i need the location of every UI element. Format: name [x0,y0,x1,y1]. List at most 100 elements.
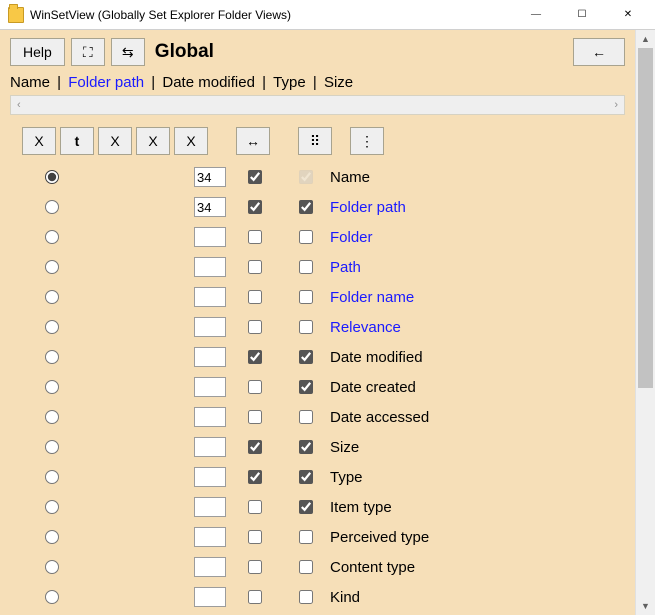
primary-radio[interactable] [45,290,59,304]
column-row: Item type [22,497,625,517]
width-input[interactable] [194,467,226,487]
include-checkbox[interactable] [248,200,262,214]
include-checkbox[interactable] [248,560,262,574]
include-checkbox[interactable] [248,260,262,274]
width-input[interactable] [194,287,226,307]
visible-checkbox[interactable] [299,290,313,304]
visible-checkbox[interactable] [299,410,313,424]
window-titlebar: WinSetView (Globally Set Explorer Folder… [0,0,655,30]
summary-separator: | [255,74,273,91]
app-icon [8,7,24,23]
include-checkbox[interactable] [248,230,262,244]
swap-button[interactable]: ⇆ [111,38,145,66]
visible-checkbox[interactable] [299,380,313,394]
help-button[interactable]: Help [10,38,65,66]
width-input[interactable] [194,257,226,277]
maximize-button[interactable]: ☐ [559,0,605,30]
include-checkbox[interactable] [248,530,262,544]
scrollbar-thumb[interactable] [638,48,653,388]
include-checkbox[interactable] [248,380,262,394]
include-checkbox[interactable] [248,440,262,454]
visible-checkbox[interactable] [299,590,313,604]
width-input[interactable] [194,407,226,427]
include-checkbox[interactable] [248,590,262,604]
width-input[interactable] [194,347,226,367]
clear-button-4[interactable]: X [174,127,208,155]
width-input[interactable] [194,497,226,517]
column-label: Date modified [328,349,625,366]
clear-button-3[interactable]: X [136,127,170,155]
width-input[interactable] [194,437,226,457]
primary-radio[interactable] [45,530,59,544]
primary-radio[interactable] [45,440,59,454]
more-button[interactable]: ⋮ [350,127,384,155]
width-button[interactable]: ↔ [236,127,270,155]
scrollbar-track[interactable] [636,48,655,597]
column-label[interactable]: Folder path [328,199,625,216]
column-label[interactable]: Relevance [328,319,625,336]
include-checkbox[interactable] [248,500,262,514]
primary-radio[interactable] [45,230,59,244]
column-label: Size [328,439,625,456]
column-row: Date created [22,377,625,397]
width-input[interactable] [194,197,226,217]
scrollbar-up-icon[interactable]: ▲ [636,30,655,48]
width-input[interactable] [194,557,226,577]
visible-checkbox[interactable] [299,350,313,364]
visible-checkbox[interactable] [299,230,313,244]
primary-radio[interactable] [45,560,59,574]
primary-radio[interactable] [45,350,59,364]
column-label[interactable]: Folder [328,229,625,246]
visible-checkbox[interactable] [299,260,313,274]
primary-radio[interactable] [45,380,59,394]
visible-checkbox[interactable] [299,170,313,184]
horizontal-scroll-strip[interactable]: ‹ › [10,95,625,115]
width-input[interactable] [194,167,226,187]
visible-checkbox[interactable] [299,470,313,484]
grid-button[interactable]: ⠿ [298,127,332,155]
clear-button-2[interactable]: X [98,127,132,155]
primary-radio[interactable] [45,170,59,184]
visible-checkbox[interactable] [299,530,313,544]
column-row: Type [22,467,625,487]
include-checkbox[interactable] [248,290,262,304]
toggle-t-button[interactable]: t [60,127,94,155]
width-input[interactable] [194,587,226,607]
visible-checkbox[interactable] [299,560,313,574]
width-input[interactable] [194,377,226,397]
close-button[interactable]: ✕ [605,0,651,30]
fullscreen-button[interactable]: ⛶ [71,38,105,66]
include-checkbox[interactable] [248,470,262,484]
column-label: Content type [328,559,625,576]
minimize-button[interactable]: — [513,0,559,30]
visible-checkbox[interactable] [299,440,313,454]
width-input[interactable] [194,527,226,547]
vertical-scrollbar[interactable]: ▲ ▼ [635,30,655,615]
primary-radio[interactable] [45,590,59,604]
back-button[interactable]: ← [573,38,625,66]
width-input[interactable] [194,317,226,337]
column-label[interactable]: Folder name [328,289,625,306]
column-label: Kind [328,589,625,606]
primary-radio[interactable] [45,260,59,274]
primary-radio[interactable] [45,470,59,484]
clear-button-1[interactable]: X [22,127,56,155]
summary-part: Type [273,74,306,91]
visible-checkbox[interactable] [299,200,313,214]
include-checkbox[interactable] [248,170,262,184]
primary-radio[interactable] [45,410,59,424]
include-checkbox[interactable] [248,410,262,424]
column-row: Folder [22,227,625,247]
include-checkbox[interactable] [248,350,262,364]
primary-radio[interactable] [45,200,59,214]
visible-checkbox[interactable] [299,500,313,514]
include-checkbox[interactable] [248,320,262,334]
scrollbar-down-icon[interactable]: ▼ [636,597,655,615]
primary-radio[interactable] [45,500,59,514]
visible-checkbox[interactable] [299,320,313,334]
column-label[interactable]: Path [328,259,625,276]
back-icon: ← [592,44,606,60]
primary-radio[interactable] [45,320,59,334]
column-row: Perceived type [22,527,625,547]
width-input[interactable] [194,227,226,247]
